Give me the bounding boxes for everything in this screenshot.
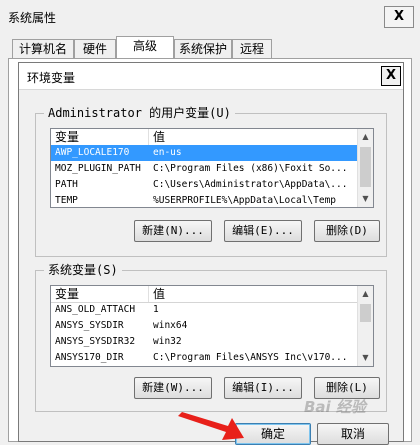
- column-header-value[interactable]: 值: [149, 129, 357, 145]
- tab-remote[interactable]: 远程: [232, 39, 272, 58]
- dialog-title: 环境变量: [27, 71, 76, 85]
- user-variables-list[interactable]: 变量 值 AWP_LOCALE170 en-us MOZ_PLUGIN_PATH…: [50, 128, 374, 208]
- dialog-close-button[interactable]: X: [381, 66, 401, 86]
- user-variables-group: Administrator 的用户变量(U) 变量 值 AWP_LOCALE17…: [35, 106, 387, 257]
- tab-system-protection[interactable]: 系统保护: [174, 39, 232, 58]
- variable-name: ANSYS_SYSDIR32: [55, 336, 136, 347]
- outer-close-button[interactable]: X: [384, 6, 414, 28]
- dialog-titlebar: 环境变量 X: [19, 63, 403, 90]
- system-edit-button[interactable]: 编辑(I)...: [224, 377, 302, 399]
- outer-window-title: 系统属性: [8, 11, 57, 25]
- column-header-variable[interactable]: 变量: [51, 129, 149, 145]
- scroll-up-icon[interactable]: ▲: [358, 286, 373, 302]
- system-variables-legend: 系统变量(S): [44, 263, 122, 277]
- scrollbar-thumb[interactable]: [360, 147, 371, 187]
- list-item[interactable]: TEMP %USERPROFILE%\AppData\Local\Temp: [51, 193, 357, 207]
- variable-value: en-us: [153, 147, 182, 158]
- environment-variables-dialog: 环境变量 X Administrator 的用户变量(U) 变量 值 AWP_L…: [18, 62, 404, 445]
- scrollbar-thumb[interactable]: [360, 304, 371, 322]
- list-item[interactable]: MOZ_PLUGIN_PATH C:\Program Files (x86)\F…: [51, 161, 357, 177]
- system-variables-list[interactable]: 变量 值 ANS_OLD_ATTACH 1 ANSYS_SYSDIR winx6…: [50, 285, 374, 367]
- variable-name: MOZ_PLUGIN_PATH: [55, 163, 141, 174]
- system-new-button[interactable]: 新建(W)...: [134, 377, 212, 399]
- user-list-scrollbar[interactable]: ▲ ▼: [357, 129, 373, 207]
- red-arrow-icon: [178, 412, 244, 440]
- scroll-up-icon[interactable]: ▲: [358, 129, 373, 145]
- variable-value: C:\Program Files\ANSYS Inc\v170...: [153, 352, 348, 363]
- user-edit-button[interactable]: 编辑(E)...: [224, 220, 302, 242]
- variable-name: ANSYS_SYSDIR: [55, 320, 124, 331]
- variable-value: winx64: [153, 320, 188, 331]
- list-item[interactable]: PATH C:\Users\Administrator\AppData\...: [51, 177, 357, 193]
- variable-name: AWP_LOCALE170: [55, 147, 130, 158]
- tab-hardware[interactable]: 硬件: [74, 39, 116, 58]
- scroll-down-icon[interactable]: ▼: [358, 350, 373, 366]
- variable-value: 1: [153, 304, 159, 315]
- variable-name: PATH: [55, 179, 78, 190]
- column-header-variable[interactable]: 变量: [51, 286, 149, 302]
- outer-window-titlebar: 系统属性 X: [0, 0, 420, 32]
- variable-value: C:\Users\Administrator\AppData\...: [153, 179, 348, 190]
- scroll-down-icon[interactable]: ▼: [358, 191, 373, 207]
- variable-name: ANSYS170_DIR: [55, 352, 124, 363]
- list-item[interactable]: ANSYS170_DIR C:\Program Files\ANSYS Inc\…: [51, 350, 357, 366]
- system-list-header: 变量 值: [51, 286, 357, 303]
- user-new-button[interactable]: 新建(N)...: [134, 220, 212, 242]
- user-delete-button[interactable]: 删除(D): [314, 220, 380, 242]
- list-item[interactable]: ANS_OLD_ATTACH 1: [51, 302, 357, 318]
- list-item[interactable]: AWP_LOCALE170 en-us: [51, 145, 357, 161]
- variable-name: TEMP: [55, 195, 78, 206]
- variable-value: C:\Program Files (x86)\Foxit So...: [153, 163, 348, 174]
- column-header-value[interactable]: 值: [149, 286, 357, 302]
- list-item[interactable]: ANSYS_SYSDIR32 win32: [51, 334, 357, 350]
- system-list-scrollbar[interactable]: ▲ ▼: [357, 286, 373, 366]
- user-list-header: 变量 值: [51, 129, 357, 146]
- user-variables-legend: Administrator 的用户变量(U): [44, 106, 235, 120]
- variable-name: ANS_OLD_ATTACH: [55, 304, 136, 315]
- variable-value: %USERPROFILE%\AppData\Local\Temp: [153, 195, 337, 206]
- system-delete-button[interactable]: 删除(L): [314, 377, 380, 399]
- variable-value: win32: [153, 336, 182, 347]
- list-item[interactable]: ANSYS_SYSDIR winx64: [51, 318, 357, 334]
- tab-advanced[interactable]: 高级: [116, 36, 174, 58]
- system-variables-group: 系统变量(S) 变量 值 ANS_OLD_ATTACH 1 ANSYS_SYSD…: [35, 263, 387, 412]
- tab-computer-name[interactable]: 计算机名: [12, 39, 74, 58]
